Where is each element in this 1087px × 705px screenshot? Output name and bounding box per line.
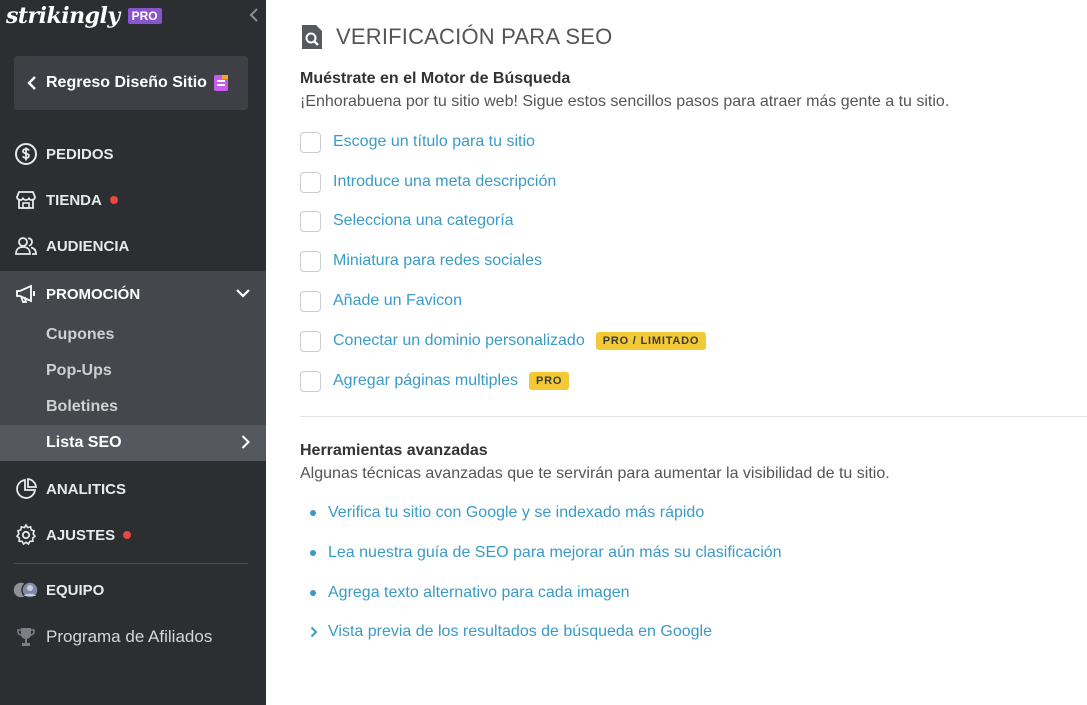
sidebar-item-label: AUDIENCIA: [46, 237, 130, 255]
site-page-icon: [213, 74, 229, 92]
submenu-item-boletines[interactable]: Boletines: [0, 389, 266, 425]
checklist-link[interactable]: Añade un Favicon: [333, 292, 462, 310]
checklist-item[interactable]: Selecciona una categoría: [300, 209, 514, 233]
pro-tag: PRO: [529, 372, 570, 390]
checklist-link[interactable]: Introduce una meta descripción: [333, 173, 556, 191]
checkbox[interactable]: [300, 330, 321, 352]
checklist-link[interactable]: Escoge un título para tu sitio: [333, 133, 535, 151]
brand[interactable]: strikingly PRO: [6, 2, 162, 30]
sidebar: strikingly PRO Regreso Diseño Sitio PEDI…: [0, 0, 266, 705]
checklist-link[interactable]: Miniatura para redes sociales: [333, 252, 542, 270]
section-heading-advanced-tools: Herramientas avanzadas: [300, 442, 488, 459]
bullet: [310, 590, 316, 596]
chevron-right-icon: [241, 435, 250, 454]
strikingly-logo: strikingly: [6, 3, 120, 29]
submenu-item-cupones[interactable]: Cupones: [0, 317, 266, 353]
notification-dot: [123, 531, 132, 539]
list-item[interactable]: Verifica tu sitio con Google y se indexa…: [310, 501, 704, 525]
submenu-item-label: Cupones: [46, 326, 115, 343]
advanced-link[interactable]: Lea nuestra guía de SEO para mejorar aún…: [328, 544, 782, 562]
sidebar-item-equipo[interactable]: EQUIPO: [0, 570, 266, 610]
bullet: [310, 510, 316, 516]
sidebar-item-promocion[interactable]: PROMOCIÓN: [0, 271, 266, 317]
notification-dot: [109, 196, 118, 204]
sidebar-item-label: EQUIPO: [46, 581, 105, 599]
collapse-sidebar-button[interactable]: [246, 5, 262, 25]
checklist-link[interactable]: Selecciona una categoría: [333, 212, 514, 230]
submenu-item-popups[interactable]: Pop-Ups: [0, 353, 266, 389]
chevron-right-icon: [310, 626, 318, 638]
chevron-down-icon: [236, 285, 250, 302]
checkbox[interactable]: [300, 370, 321, 392]
team-avatars-icon: [12, 578, 40, 602]
checklist-item[interactable]: Conectar un dominio personalizado PRO / …: [300, 329, 707, 353]
checklist-item[interactable]: Escoge un título para tu sitio: [300, 130, 535, 154]
checklist-item[interactable]: Añade un Favicon: [300, 289, 462, 313]
sidebar-item-ajustes[interactable]: AJUSTES: [0, 512, 266, 558]
sidebar-item-label: PEDIDOS: [46, 145, 114, 163]
list-item[interactable]: Lea nuestra guía de SEO para mejorar aún…: [310, 541, 782, 565]
back-to-site-design-button[interactable]: Regreso Diseño Sitio: [14, 56, 248, 110]
submenu-item-label: Pop-Ups: [46, 362, 112, 379]
list-item[interactable]: Vista previa de los resultados de búsque…: [310, 620, 712, 644]
section-divider: [300, 416, 1087, 417]
checklist-link[interactable]: Conectar un dominio personalizado: [333, 332, 585, 350]
sidebar-item-label: PROMOCIÓN: [46, 285, 141, 303]
pro-badge: PRO: [127, 8, 162, 24]
pie-chart-icon: [14, 477, 38, 501]
list-item[interactable]: Agrega texto alternativo para cada image…: [310, 581, 630, 605]
promocion-submenu: Cupones Pop-Ups Boletines Lista SEO: [0, 317, 266, 461]
advanced-link[interactable]: Agrega texto alternativo para cada image…: [328, 584, 630, 602]
main-content: VERIFICACIÓN PARA SEO Muéstrate en el Mo…: [300, 0, 1087, 705]
bullet: [310, 550, 316, 556]
sidebar-item-label: Programa de Afiliados: [46, 627, 213, 646]
submenu-item-label: Boletines: [46, 398, 119, 415]
page-header: VERIFICACIÓN PARA SEO: [300, 24, 612, 50]
checklist-item[interactable]: Agregar páginas multiples PRO: [300, 369, 570, 393]
checkbox[interactable]: [300, 290, 321, 312]
chevron-left-icon: [249, 8, 258, 22]
checkbox[interactable]: [300, 210, 321, 232]
sidebar-item-afiliados[interactable]: Programa de Afiliados: [0, 617, 266, 657]
store-icon: [14, 188, 38, 212]
page-title: VERIFICACIÓN PARA SEO: [336, 24, 613, 49]
advanced-link[interactable]: Verifica tu sitio con Google y se indexa…: [328, 504, 704, 522]
megaphone-icon: [14, 282, 38, 306]
sidebar-divider: [14, 563, 248, 564]
checklist-item[interactable]: Miniatura para redes sociales: [300, 249, 542, 273]
sidebar-item-label: AJUSTES: [46, 526, 116, 544]
section-description: ¡Enhorabuena por tu sitio web! Sigue est…: [300, 93, 950, 110]
sidebar-item-tienda[interactable]: TIENDA: [0, 177, 266, 223]
seo-search-icon: [300, 24, 324, 50]
submenu-item-label: Lista SEO: [46, 434, 122, 451]
checklist-item[interactable]: Introduce una meta descripción: [300, 170, 556, 194]
back-button-label: Regreso Diseño Sitio: [46, 74, 207, 91]
search-preview-toggle[interactable]: Vista previa de los resultados de búsque…: [328, 623, 712, 641]
users-icon: [14, 234, 38, 258]
section-heading-search-engine: Muéstrate en el Motor de Búsqueda: [300, 70, 571, 87]
dollar-circle-icon: [14, 142, 38, 166]
checkbox[interactable]: [300, 131, 321, 153]
sidebar-item-pedidos[interactable]: PEDIDOS: [0, 131, 266, 177]
sidebar-item-audiencia[interactable]: AUDIENCIA: [0, 223, 266, 269]
checkbox[interactable]: [300, 250, 321, 272]
sidebar-item-label: TIENDA: [46, 191, 102, 209]
checklist-link[interactable]: Agregar páginas multiples: [333, 372, 518, 390]
checkbox[interactable]: [300, 171, 321, 193]
sidebar-item-label: ANALITICS: [46, 480, 126, 498]
submenu-item-lista-seo[interactable]: Lista SEO: [0, 425, 266, 461]
chevron-left-icon: [27, 76, 37, 90]
section-description: Algunas técnicas avanzadas que te servir…: [300, 465, 890, 482]
pro-limited-tag: PRO / LIMITADO: [595, 332, 707, 350]
gear-icon: [14, 523, 38, 547]
trophy-icon: [12, 625, 40, 649]
sidebar-item-analitics[interactable]: ANALITICS: [0, 466, 266, 512]
